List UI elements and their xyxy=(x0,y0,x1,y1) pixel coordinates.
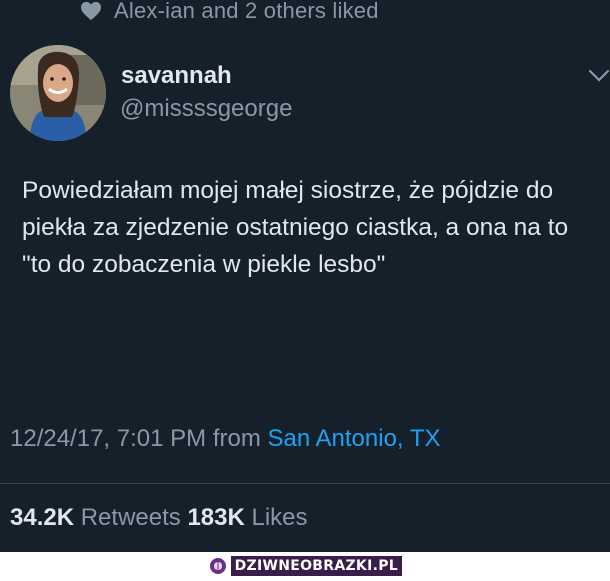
likes-count: 183K xyxy=(187,504,245,531)
social-context: Alex-ian and 2 others liked xyxy=(80,0,379,26)
divider xyxy=(0,483,610,484)
location-link[interactable]: San Antonio, TX xyxy=(267,425,440,452)
tweet-card: Alex-ian and 2 others liked savannah @mi… xyxy=(0,0,610,552)
likes-stat[interactable]: 183K Likes xyxy=(187,504,307,531)
retweets-count: 34.2K xyxy=(10,504,75,531)
chevron-down-icon[interactable] xyxy=(588,68,610,84)
likes-label: Likes xyxy=(251,504,308,531)
tweet-timestamp[interactable]: 12/24/17, 7:01 PM xyxy=(10,425,206,452)
author-display-name[interactable]: savannah xyxy=(121,62,232,90)
author-handle[interactable]: @missssgeorge xyxy=(120,95,292,123)
brain-logo-icon xyxy=(209,558,226,574)
tweet-text: Powiedziałam mojej małej siostrze, że pó… xyxy=(22,177,569,278)
tweet-stats: 34.2K Retweets 183K Likes xyxy=(10,504,308,532)
retweets-label: Retweets xyxy=(80,504,181,531)
avatar[interactable] xyxy=(10,45,106,141)
watermark: DZIWNEOBRAZKI.PL xyxy=(209,556,402,576)
avatar-photo xyxy=(10,45,106,141)
liked-by-text: Alex-ian and 2 others liked xyxy=(114,0,379,23)
heart-icon xyxy=(81,1,101,21)
from-label: from xyxy=(212,425,261,452)
retweets-stat[interactable]: 34.2K Retweets xyxy=(10,504,181,531)
watermark-text: DZIWNEOBRAZKI.PL xyxy=(230,556,402,576)
tweet-meta: 12/24/17, 7:01 PM from San Antonio, TX xyxy=(10,425,441,453)
